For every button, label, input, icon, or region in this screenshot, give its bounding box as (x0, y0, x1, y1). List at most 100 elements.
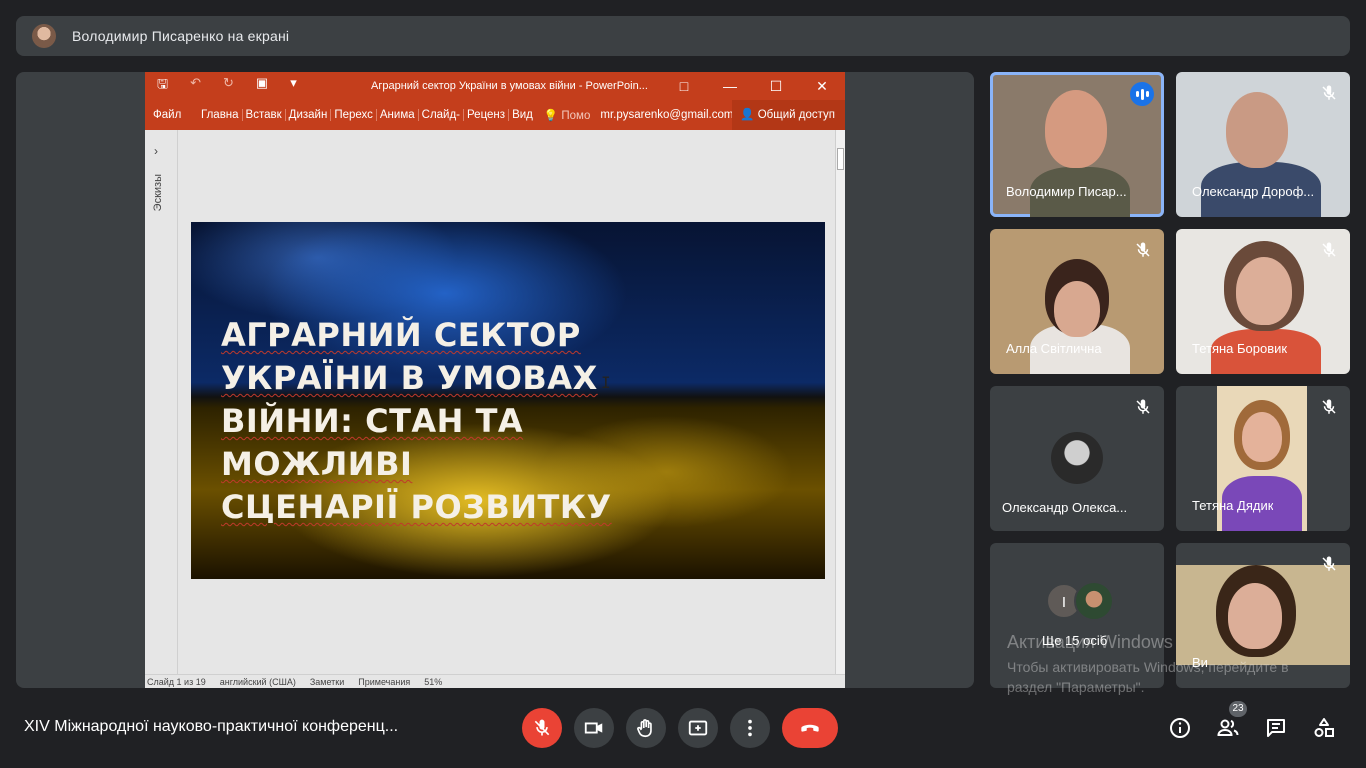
language-indicator[interactable]: английский (США) (220, 677, 296, 687)
video-face (1045, 90, 1107, 168)
minimize-icon[interactable]: — (707, 72, 753, 100)
people-button[interactable] (1214, 714, 1242, 742)
account-email[interactable]: mr.pysarenko@gmail.com (600, 109, 733, 121)
tab-insert[interactable]: Вставк (241, 109, 285, 121)
camera-icon (584, 722, 603, 734)
tab-file[interactable]: Файл (145, 109, 193, 121)
zoom-level[interactable]: 51% (424, 677, 442, 687)
info-icon (1170, 718, 1190, 738)
video-face (1226, 92, 1288, 168)
customize-qat-icon[interactable]: ▾ (290, 75, 297, 97)
hand-icon (637, 719, 652, 738)
mic-off-icon (534, 719, 550, 736)
slide-canvas[interactable]: АГРАРНИЙ СЕКТОР УКРАЇНИ В УМОВАХ ВІЙНИ: … (191, 222, 825, 579)
slide-counter: Слайд 1 из 19 (147, 676, 206, 687)
mic-off-icon (1322, 242, 1336, 257)
mic-off-icon (1322, 399, 1336, 414)
tab-home[interactable]: Главна (193, 109, 242, 121)
camera-toggle-button[interactable] (574, 708, 614, 748)
tab-transitions[interactable]: Перехс (330, 109, 376, 121)
chat-button[interactable] (1262, 714, 1290, 742)
thumbnails-label: Эскизы (152, 174, 164, 212)
people-count-badge: 23 (1229, 701, 1247, 717)
participant-tile[interactable]: Тетяна Боровик (1176, 229, 1350, 374)
expand-thumbnails-icon[interactable]: › (154, 144, 158, 158)
slide-heading[interactable]: АГРАРНИЙ СЕКТОР УКРАЇНИ В УМОВАХ ВІЙНИ: … (221, 314, 701, 529)
present-icon[interactable]: ▣ (256, 75, 268, 97)
presenting-banner: Володимир Писаренко на екрані (16, 16, 1350, 56)
participant-tile[interactable]: Алла Світлична (990, 229, 1164, 374)
presenter-avatar (32, 24, 56, 48)
ppt-titlebar: 🖫 ↶ ↻ ▣ ▾ Аграрний сектор України в умов… (145, 72, 845, 100)
tab-review[interactable]: Реценз (463, 109, 508, 121)
activities-button[interactable] (1310, 714, 1338, 742)
ppt-statusbar: Слайд 1 из 19 английский (США) Заметки П… (145, 674, 845, 688)
meeting-title[interactable]: XIV Міжнародної науково-практичної конфе… (24, 718, 398, 736)
tell-me-label: Помо (561, 110, 591, 122)
vertical-scrollbar[interactable] (835, 130, 845, 674)
ribbon-display-icon[interactable]: □ (661, 72, 707, 100)
share-label: Общий доступ (757, 109, 835, 121)
windows-activation-watermark: Активация Windows Чтобы активировать Win… (1007, 632, 1289, 697)
mic-toggle-button[interactable] (522, 708, 562, 748)
mic-off-icon (1322, 85, 1336, 100)
document-title: Аграрний сектор України в умовах війни -… (371, 80, 648, 92)
more-vert-icon (748, 719, 752, 737)
scrollbar-thumb[interactable] (837, 148, 844, 170)
participant-tile[interactable]: Тетяна Дядик (1176, 386, 1350, 531)
quick-access-toolbar: 🖫 ↶ ↻ ▣ ▾ (145, 75, 297, 97)
activities-shapes-icon (1314, 718, 1334, 737)
maximize-icon[interactable]: ☐ (753, 72, 799, 100)
slide-heading-line: ВІЙНИ: СТАН ТА МОЖЛИВІ (221, 402, 524, 483)
participant-tile[interactable]: Олександр Дороф... (1176, 72, 1350, 217)
participant-tile[interactable]: Олександр Олекса... (990, 386, 1164, 531)
undo-icon[interactable]: ↶ (190, 75, 201, 97)
participant-name: Алла Світлична (1006, 341, 1102, 356)
watermark-line: раздел "Параметры". (1007, 679, 1145, 695)
tab-design[interactable]: Дизайн (284, 109, 331, 121)
participant-avatar (1074, 581, 1114, 621)
presenting-text: Володимир Писаренко на екрані (72, 28, 290, 44)
video-face (1236, 257, 1292, 325)
thumbnails-pane[interactable]: › Эскизы (145, 130, 178, 674)
participant-name: Тетяна Дядик (1192, 498, 1274, 513)
more-options-button[interactable] (730, 708, 770, 748)
meeting-details-button[interactable] (1166, 714, 1194, 742)
participant-name: Володимир Писар... (1006, 184, 1127, 199)
raise-hand-button[interactable] (626, 708, 666, 748)
slide-heading-line: АГРАРНИЙ СЕКТОР (221, 316, 581, 354)
tell-me-search[interactable]: 💡 Помо (544, 108, 590, 122)
watermark-line: Чтобы активировать Windows, перейдите в (1007, 659, 1289, 675)
speaking-indicator-icon (1130, 82, 1154, 106)
tab-view[interactable]: Вид (508, 109, 536, 121)
present-button[interactable] (678, 708, 718, 748)
people-icon (1217, 719, 1239, 736)
powerpoint-window: 🖫 ↶ ↻ ▣ ▾ Аграрний сектор України в умов… (145, 72, 845, 688)
save-icon[interactable]: 🖫 (157, 75, 168, 97)
notes-button[interactable]: Заметки (310, 677, 344, 687)
participant-tile[interactable]: Володимир Писар... (990, 72, 1164, 217)
mic-off-icon (1136, 399, 1150, 414)
video-face (1242, 412, 1282, 462)
comments-button[interactable]: Примечания (358, 677, 410, 687)
tab-slideshow[interactable]: Слайд- (417, 109, 463, 121)
tab-animations[interactable]: Анима (375, 109, 418, 121)
presentation-stage: 🖫 ↶ ↻ ▣ ▾ Аграрний сектор України в умов… (16, 72, 974, 688)
window-controls: □ — ☐ ✕ (661, 72, 845, 100)
participant-name: Олександр Олекса... (1002, 500, 1128, 515)
video-face (1054, 281, 1100, 337)
slide-heading-line: СЦЕНАРІЇ РОЗВИТКУ (221, 488, 612, 526)
ribbon-tabs: Главна Вставк Дизайн Перехс Анима Слайд-… (193, 109, 536, 121)
ppt-workspace: › Эскизы АГРАРНИЙ СЕКТОР УКРАЇНИ В УМОВА… (145, 130, 845, 674)
participant-avatar (1051, 432, 1103, 484)
chat-icon (1267, 719, 1285, 737)
present-screen-icon (688, 720, 708, 736)
close-icon[interactable]: ✕ (799, 72, 845, 100)
text-cursor-icon: I (601, 373, 611, 392)
ppt-ribbon: Файл Главна Вставк Дизайн Перехс Анима С… (145, 100, 845, 130)
redo-icon[interactable]: ↻ (223, 75, 234, 97)
share-button[interactable]: 👤 Общий доступ (732, 100, 845, 130)
mic-off-icon (1136, 242, 1150, 257)
participant-name: Олександр Дороф... (1192, 184, 1315, 199)
leave-call-button[interactable] (782, 708, 838, 748)
